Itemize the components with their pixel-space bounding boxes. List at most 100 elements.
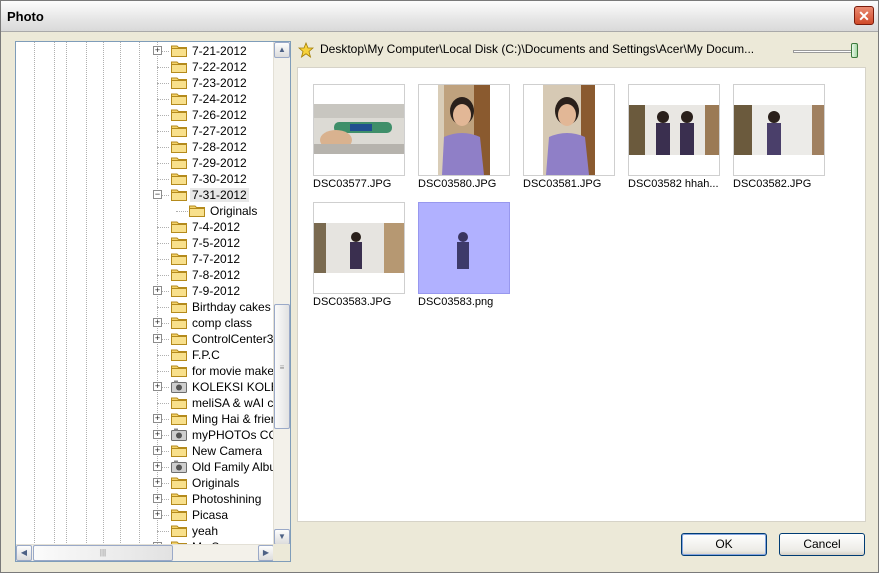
- expand-icon[interactable]: +: [153, 286, 162, 295]
- camera-folder-icon: [171, 460, 187, 473]
- tree-item-label: 7-7-2012: [192, 252, 241, 266]
- tree-item[interactable]: + myPHOTOs CO: [16, 427, 274, 443]
- tree-item-label: meliSA & wAI c: [192, 396, 274, 410]
- photo-thumbnail[interactable]: DSC03582.JPG: [733, 84, 825, 190]
- horizontal-scroll-thumb[interactable]: |||: [33, 545, 173, 561]
- star-icon[interactable]: [298, 42, 314, 58]
- tree-horizontal-scrollbar[interactable]: ◀ ||| ▶: [16, 544, 274, 561]
- tree-item[interactable]: − 7-31-2012: [16, 187, 274, 203]
- expand-icon[interactable]: +: [153, 446, 162, 455]
- tree-item[interactable]: Birthday cakes: [16, 299, 274, 315]
- tree-item[interactable]: + Photoshining: [16, 491, 274, 507]
- folder-icon: [171, 492, 187, 505]
- tree-item-label: 7-4-2012: [192, 220, 241, 234]
- tree-item-label: 7-22-2012: [192, 60, 247, 74]
- folder-icon: [171, 108, 187, 121]
- tree-item-label: yeah: [192, 524, 219, 538]
- expand-icon[interactable]: +: [153, 430, 162, 439]
- tree-item[interactable]: for movie make: [16, 363, 274, 379]
- camera-folder-icon: [171, 428, 187, 441]
- expand-icon[interactable]: +: [153, 318, 162, 327]
- tree-item[interactable]: 7-23-2012: [16, 75, 274, 91]
- cancel-button[interactable]: Cancel: [779, 533, 865, 556]
- tree-item[interactable]: 7-5-2012: [16, 235, 274, 251]
- expand-icon[interactable]: +: [153, 46, 162, 55]
- tree-item[interactable]: 7-24-2012: [16, 91, 274, 107]
- thumbnail-image: [733, 84, 825, 176]
- photo-thumbnail[interactable]: DSC03582 hhah...: [628, 84, 720, 190]
- tree-item[interactable]: +7-9-2012: [16, 283, 274, 299]
- tree-item[interactable]: + ControlCenter3: [16, 331, 274, 347]
- expand-icon[interactable]: +: [153, 462, 162, 471]
- tree-item[interactable]: + comp class: [16, 315, 274, 331]
- folder-icon: [171, 284, 187, 297]
- zoom-slider-track[interactable]: [793, 50, 853, 53]
- tree-item[interactable]: Originals: [16, 203, 274, 219]
- folder-tree[interactable]: +7-21-2012 7-22-2012 7-23-2012 7-24-2012 7-2…: [15, 41, 291, 562]
- grip-icon: ≡: [279, 363, 285, 372]
- tree-item[interactable]: +7-21-2012: [16, 43, 274, 59]
- scroll-down-button[interactable]: ▼: [274, 529, 290, 545]
- tree-item[interactable]: + New Camera: [16, 443, 274, 459]
- tree-item[interactable]: 7-4-2012: [16, 219, 274, 235]
- tree-item[interactable]: + KOLEKSI KOLEK: [16, 379, 274, 395]
- collapse-icon[interactable]: −: [153, 190, 162, 199]
- tree-item[interactable]: 7-22-2012: [16, 59, 274, 75]
- scroll-up-button[interactable]: ▲: [274, 42, 290, 58]
- tree-item-label: KOLEKSI KOLEK: [192, 380, 274, 394]
- expand-icon[interactable]: +: [153, 334, 162, 343]
- photo-thumbnail[interactable]: DSC03581.JPG: [523, 84, 615, 190]
- tree-item[interactable]: meliSA & wAI c: [16, 395, 274, 411]
- photo-thumbnail[interactable]: DSC03583.JPG: [313, 202, 405, 308]
- tree-item[interactable]: + Picasa: [16, 507, 274, 523]
- expand-icon[interactable]: +: [153, 494, 162, 503]
- tree-item[interactable]: + Originals: [16, 475, 274, 491]
- close-icon: ✕: [858, 8, 870, 24]
- folder-icon: [171, 236, 187, 249]
- tree-item[interactable]: 7-27-2012: [16, 123, 274, 139]
- tree-item[interactable]: 7-8-2012: [16, 267, 274, 283]
- tree-item-label: F.P.C: [192, 348, 220, 362]
- tree-item[interactable]: + Ming Hai & frier: [16, 411, 274, 427]
- expand-icon[interactable]: +: [153, 510, 162, 519]
- folder-icon: [171, 268, 187, 281]
- photo-girl-cutout-image: [457, 232, 469, 269]
- ok-button[interactable]: OK: [681, 533, 767, 556]
- window-title: Photo: [7, 9, 44, 24]
- photo-thumbnail[interactable]: DSC03577.JPG: [313, 84, 405, 190]
- tree-vertical-scrollbar[interactable]: ▲ ≡ ▼: [273, 42, 290, 545]
- tree-item[interactable]: + Old Family Albu: [16, 459, 274, 475]
- tree-connector: [157, 227, 169, 228]
- tree-item[interactable]: 7-26-2012: [16, 107, 274, 123]
- tree-item[interactable]: 7-7-2012: [16, 251, 274, 267]
- photo-thumbnail[interactable]: DSC03580.JPG: [418, 84, 510, 190]
- scroll-left-button[interactable]: ◀: [16, 545, 32, 561]
- tree-item[interactable]: 7-28-2012: [16, 139, 274, 155]
- tree-connector: [157, 115, 169, 116]
- tree-connector: [157, 275, 169, 276]
- expand-icon[interactable]: +: [153, 382, 162, 391]
- folder-icon: [171, 348, 187, 361]
- photo-girl-image: [438, 85, 490, 175]
- scroll-right-button[interactable]: ▶: [258, 545, 274, 561]
- tree-item-label: New Camera: [192, 444, 263, 458]
- tree-item[interactable]: 7-29-2012: [16, 155, 274, 171]
- tree-item[interactable]: 7-30-2012: [16, 171, 274, 187]
- folder-icon: [171, 444, 187, 457]
- tree-item[interactable]: F.P.C: [16, 347, 274, 363]
- folder-icon: [171, 332, 187, 345]
- folder-icon: [171, 60, 187, 73]
- zoom-slider-thumb[interactable]: [851, 43, 858, 58]
- tree-connector: [157, 259, 169, 260]
- expand-icon[interactable]: +: [153, 478, 162, 487]
- arrow-down-icon: ▼: [278, 532, 286, 541]
- close-button[interactable]: ✕: [854, 6, 874, 25]
- photo-grid: DSC03577.JPG DSC03580.JPG DSC03581.JPG D…: [297, 67, 866, 522]
- photo-thumbnail-selected[interactable]: DSC03583.png: [418, 202, 510, 308]
- photo-caption: DSC03582 hhah...: [628, 178, 719, 190]
- camera-folder-icon: [171, 380, 187, 393]
- expand-icon[interactable]: +: [153, 414, 162, 423]
- vertical-scroll-thumb[interactable]: ≡: [274, 304, 290, 429]
- tree-item[interactable]: yeah: [16, 523, 274, 539]
- title-bar[interactable]: Photo ✕: [1, 1, 878, 32]
